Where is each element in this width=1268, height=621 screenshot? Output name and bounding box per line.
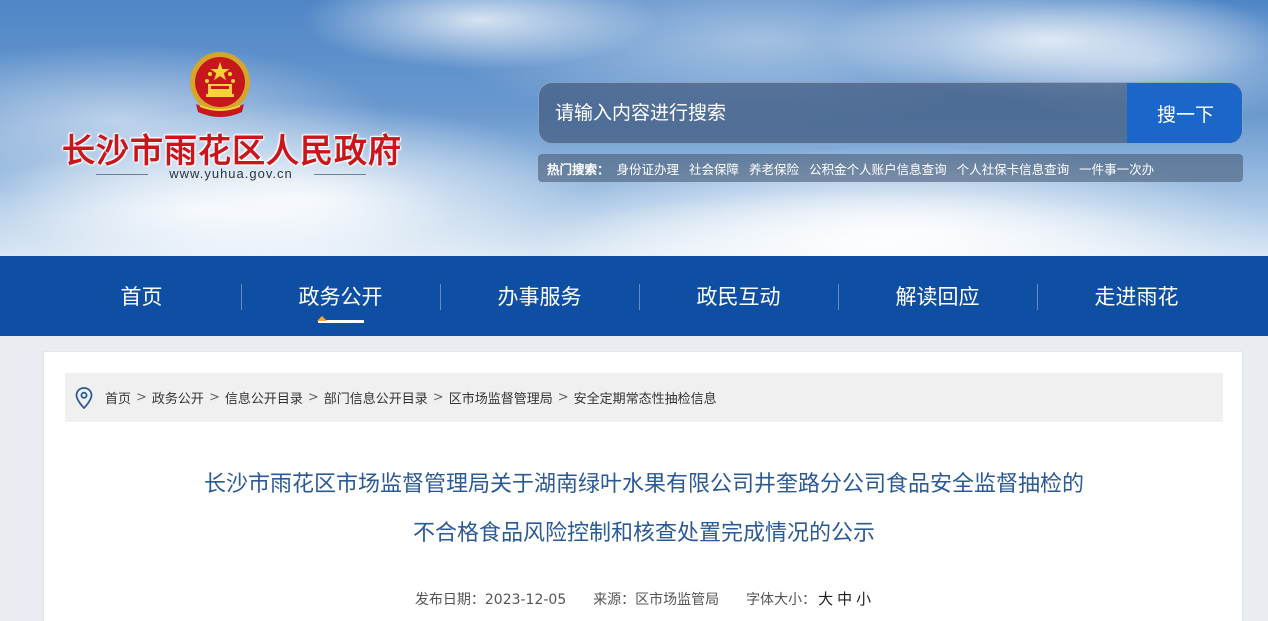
nav-item-services[interactable]: 办事服务 xyxy=(440,256,639,336)
breadcrumb-separator: > xyxy=(557,390,569,405)
nav-divider xyxy=(1037,284,1038,310)
breadcrumb-separator: > xyxy=(307,390,319,405)
hot-search-bar: 热门搜索： 身份证办理 社会保障 养老保险 公积金个人账户信息查询 个人社保卡信… xyxy=(538,154,1243,182)
location-pin-icon xyxy=(73,386,95,409)
article-title-line: 长沙市雨花区市场监督管理局关于湖南绿叶水果有限公司井奎路分公司食品安全监督抽检的 xyxy=(203,472,1084,497)
nav-item-interaction[interactable]: 政民互动 xyxy=(639,256,838,336)
breadcrumb-item[interactable]: 部门信息公开目录 xyxy=(324,388,428,407)
hot-search-link[interactable]: 公积金个人账户信息查询 xyxy=(809,159,947,178)
publish-date: 2023-12-05 xyxy=(484,592,567,608)
font-size-small-button[interactable]: 小 xyxy=(856,590,871,608)
cloud-decoration xyxy=(520,190,1220,256)
breadcrumb-separator: > xyxy=(432,390,444,405)
national-emblem-icon xyxy=(188,50,252,122)
article-container: 首页 > 政务公开 > 信息公开目录 > 部门信息公开目录 > 区市场监督管理局… xyxy=(43,351,1243,621)
nav-item-home[interactable]: 首页 xyxy=(42,256,241,336)
nav-divider xyxy=(639,284,640,310)
breadcrumb-item[interactable]: 政务公开 xyxy=(152,388,204,407)
hot-search-link[interactable]: 身份证办理 xyxy=(617,159,680,178)
divider-line xyxy=(314,174,366,175)
hot-search-link[interactable]: 养老保险 xyxy=(749,159,799,178)
nav-item-interpretation[interactable]: 解读回应 xyxy=(838,256,1037,336)
site-title[interactable]: 长沙市雨花区人民政府 xyxy=(52,124,412,172)
breadcrumb: 首页 > 政务公开 > 信息公开目录 > 部门信息公开目录 > 区市场监督管理局… xyxy=(65,373,1223,422)
header-banner: 长沙市雨花区人民政府 www.yuhua.gov.cn 搜一下 热门搜索： 身份… xyxy=(0,0,1268,256)
font-size-large-button[interactable]: 大 xyxy=(818,590,833,608)
font-size-medium-button[interactable]: 中 xyxy=(837,590,852,608)
breadcrumb-item[interactable]: 区市场监督管理局 xyxy=(449,388,553,407)
source-label: 来源： xyxy=(593,592,636,608)
nav-divider xyxy=(440,284,441,310)
search-box: 搜一下 xyxy=(538,82,1243,144)
site-url-row: www.yuhua.gov.cn xyxy=(96,166,366,184)
nav-divider xyxy=(241,284,242,310)
nav-divider xyxy=(838,284,839,310)
font-size-label: 字体大小： xyxy=(746,592,817,608)
nav-item-government-affairs[interactable]: 政务公开 xyxy=(241,256,440,336)
search-button[interactable]: 搜一下 xyxy=(1127,83,1242,143)
main-nav: 首页 政务公开 办事服务 政民互动 解读回应 走进雨花 xyxy=(0,256,1268,336)
article-meta: 发布日期：2023-12-05 来源：区市场监管局 字体大小：大中小 xyxy=(44,588,1244,609)
breadcrumb-separator: > xyxy=(208,390,220,405)
nav-active-triangle xyxy=(317,316,327,321)
source-value: 区市场监管局 xyxy=(635,592,720,608)
hot-search-link[interactable]: 一件事一次办 xyxy=(1079,159,1154,178)
hot-search-link[interactable]: 个人社保卡信息查询 xyxy=(957,159,1070,178)
article-title-line: 不合格食品风险控制和核查处置完成情况的公示 xyxy=(412,521,875,546)
breadcrumb-item[interactable]: 信息公开目录 xyxy=(225,388,303,407)
article-title: 长沙市雨花区市场监督管理局关于湖南绿叶水果有限公司井奎路分公司食品安全监督抽检的… xyxy=(44,460,1244,558)
breadcrumb-item[interactable]: 安全定期常态性抽检信息 xyxy=(574,388,717,407)
cloud-decoration xyxy=(300,0,660,70)
nav-item-about-yuhua[interactable]: 走进雨花 xyxy=(1037,256,1236,336)
hot-search-label: 热门搜索： xyxy=(547,161,610,177)
breadcrumb-separator: > xyxy=(136,390,147,405)
publish-date-label: 发布日期： xyxy=(414,592,485,608)
search-input[interactable] xyxy=(539,83,1127,143)
hot-search-link[interactable]: 社会保障 xyxy=(689,159,739,178)
breadcrumb-item[interactable]: 首页 xyxy=(105,388,131,407)
